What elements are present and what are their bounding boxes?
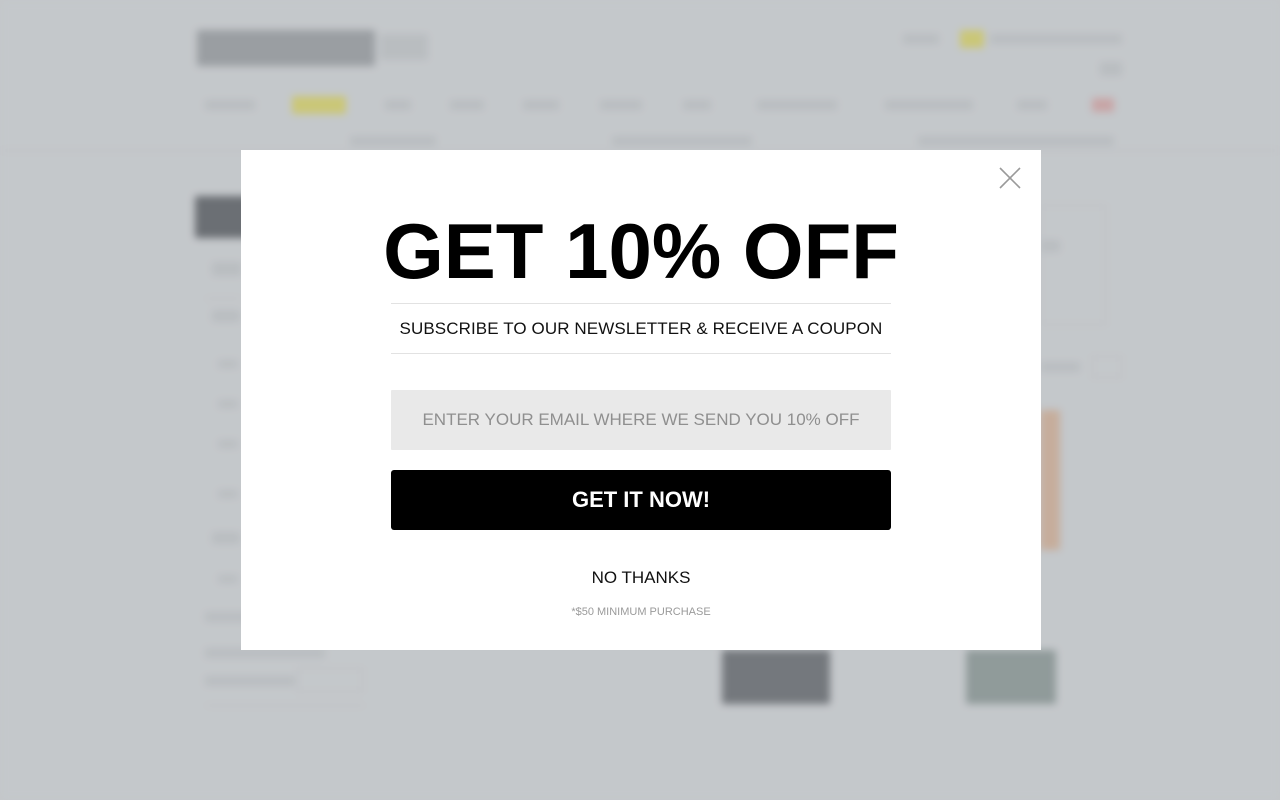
email-input[interactable] (391, 390, 891, 450)
newsletter-modal: GET 10% OFF SUBSCRIBE TO OUR NEWSLETTER … (241, 150, 1041, 650)
close-button[interactable] (997, 165, 1023, 191)
no-thanks-button[interactable]: NO THANKS (592, 568, 691, 588)
close-icon (999, 167, 1021, 189)
get-it-now-button[interactable]: GET IT NOW! (391, 470, 891, 530)
minimum-purchase-note: *$50 MINIMUM PURCHASE (571, 606, 711, 618)
modal-headline: GET 10% OFF (383, 207, 899, 295)
subtitle-container: SUBSCRIBE TO OUR NEWSLETTER & RECEIVE A … (391, 303, 891, 354)
modal-subtitle: SUBSCRIBE TO OUR NEWSLETTER & RECEIVE A … (399, 318, 883, 338)
